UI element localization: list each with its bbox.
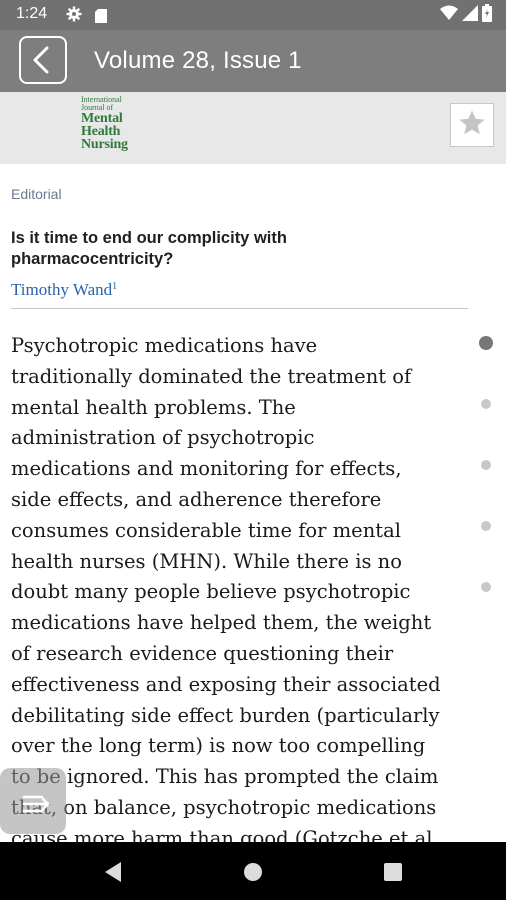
page-indicator xyxy=(478,336,494,606)
body-line: mental health problems. The xyxy=(11,395,296,419)
header-title: Volume 28, Issue 1 xyxy=(94,47,302,74)
status-time: 1:24 xyxy=(16,5,48,22)
body-line: administration of psychotropic xyxy=(11,426,315,450)
body-line: to be ignored. This has prompted the cla… xyxy=(11,765,439,789)
body-line: effectiveness and exposing their associa… xyxy=(11,672,441,696)
body-line: debilitating side effect burden (particu… xyxy=(11,703,440,727)
body-line: medications have helped them, the weight xyxy=(11,611,432,635)
logo-line: Nursing xyxy=(81,137,128,152)
body-line: traditionally dominated the treatment of xyxy=(11,364,412,388)
body-line: doubt many people believe psychotropic xyxy=(11,580,411,604)
article-title: Is it time to end our complicity with ph… xyxy=(11,228,451,270)
page-dot[interactable] xyxy=(481,399,491,409)
author-name: Timothy Wand xyxy=(11,280,113,299)
wifi-icon xyxy=(440,5,458,25)
author-link[interactable]: Timothy Wand1 xyxy=(11,280,117,300)
section-label: Editorial xyxy=(11,186,62,202)
page-dot-active[interactable] xyxy=(479,336,493,350)
body-line: consumes considerable time for mental xyxy=(11,518,401,542)
back-triangle-icon[interactable] xyxy=(103,861,123,887)
gear-icon xyxy=(66,6,82,26)
navigation-bar xyxy=(0,842,506,900)
status-bar: 1:24 xyxy=(0,0,506,30)
body-line: cause more harm than good (Gotzche et al… xyxy=(11,826,439,843)
body-line: Psychotropic medications have xyxy=(11,334,318,357)
body-line: medications and monitoring for effects, xyxy=(11,457,402,481)
journal-logo: International Journal of Mental Health N… xyxy=(81,96,128,152)
journal-banner: International Journal of Mental Health N… xyxy=(0,92,506,164)
star-icon xyxy=(457,108,487,142)
page-dot[interactable] xyxy=(481,521,491,531)
toc-button[interactable] xyxy=(0,768,66,834)
body-line: over the long term) is now too compellin… xyxy=(11,734,426,758)
body-line: side effects, and adherence therefore xyxy=(11,487,382,511)
author-affiliation: 1 xyxy=(112,281,118,292)
article-body: Psychotropic medications have traditional… xyxy=(11,331,481,843)
article-title-line: Is it time to end our complicity with xyxy=(11,229,287,247)
home-circle-icon[interactable] xyxy=(243,862,263,886)
app-header: Volume 28, Issue 1 xyxy=(0,30,506,92)
body-line: health nurses (MHN). While there is no xyxy=(11,549,402,573)
article-title-line: pharmacocentricity? xyxy=(11,250,174,268)
signal-icon xyxy=(462,5,478,25)
chevron-left-icon xyxy=(21,46,65,86)
battery-icon xyxy=(482,4,492,26)
divider xyxy=(11,308,468,309)
favorite-button[interactable] xyxy=(450,103,494,147)
back-button[interactable] xyxy=(19,36,67,84)
toc-arrow-icon xyxy=(22,794,54,818)
page-dot[interactable] xyxy=(481,460,491,470)
body-line: that, on balance, psychotropic medicatio… xyxy=(11,795,437,819)
body-line: of research evidence questioning their xyxy=(11,641,394,665)
page-dot[interactable] xyxy=(481,582,491,592)
recents-square-icon[interactable] xyxy=(384,863,402,885)
status-icons xyxy=(440,4,492,26)
sd-card-icon xyxy=(95,8,107,23)
